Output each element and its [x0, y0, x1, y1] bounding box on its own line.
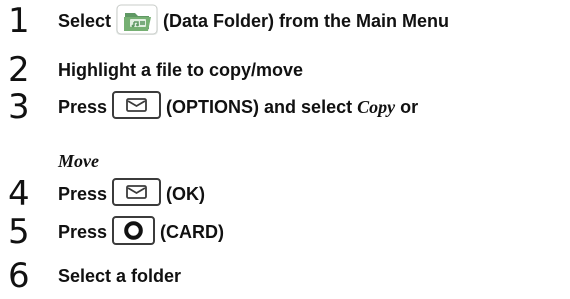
step-2-text: Highlight a file to copy/move: [58, 60, 304, 80]
step-4-text-after: (OK): [166, 184, 206, 204]
data-folder-svg: [116, 4, 158, 35]
step-5-text-before: Press: [58, 222, 108, 242]
ok-key-icon: [112, 178, 162, 206]
o-key-icon: [124, 221, 143, 240]
instruction-document: 1 Select (Data Folder) from the Main Men…: [0, 0, 570, 299]
step-3-continuation: Move: [58, 149, 99, 173]
step-4-text: Press (OK): [58, 178, 206, 206]
step-number-1: 1: [8, 1, 30, 41]
step-6: 6 Select a folder: [8, 256, 568, 296]
step-5: 5 Press (CARD): [8, 212, 568, 252]
step-1-text-before: Select: [58, 11, 112, 31]
envelope-key-icon: [126, 98, 147, 112]
step-1-text-after: (Data Folder) from the Main Menu: [163, 11, 450, 31]
step-1-text: Select (Data Folder) from the Main Menu: [58, 4, 450, 35]
step-1: 1 Select (Data Folder) from the Main Men…: [8, 1, 568, 41]
step-4-text-before: Press: [58, 184, 108, 204]
step-5-text: Press (CARD): [58, 216, 225, 245]
step-3: 3 Press (OPTIONS) and select Copy or: [8, 87, 568, 127]
step-3-text-middle: (OPTIONS) and select: [166, 97, 353, 117]
step-number-3: 3: [8, 87, 30, 127]
move-option: Move: [58, 151, 99, 171]
options-key-icon: [112, 91, 162, 119]
copy-option: Copy: [357, 97, 396, 117]
step-number-2: 2: [8, 50, 30, 90]
step-3-or: or: [400, 97, 419, 117]
envelope-key-icon: [126, 185, 147, 199]
data-folder-icon: [116, 4, 159, 35]
card-key-icon: [112, 216, 156, 245]
step-number-6: 6: [8, 256, 30, 296]
step-4: 4 Press (OK): [8, 174, 568, 214]
step-3-text: Press (OPTIONS) and select Copy or: [58, 91, 419, 119]
step-number-5: 5: [8, 212, 30, 252]
step-number-4: 4: [8, 174, 30, 214]
step-6-text: Select a folder: [58, 266, 182, 286]
step-3-text-before: Press: [58, 97, 108, 117]
step-5-text-after: (CARD): [160, 222, 225, 242]
step-2: 2 Highlight a file to copy/move: [8, 50, 568, 90]
